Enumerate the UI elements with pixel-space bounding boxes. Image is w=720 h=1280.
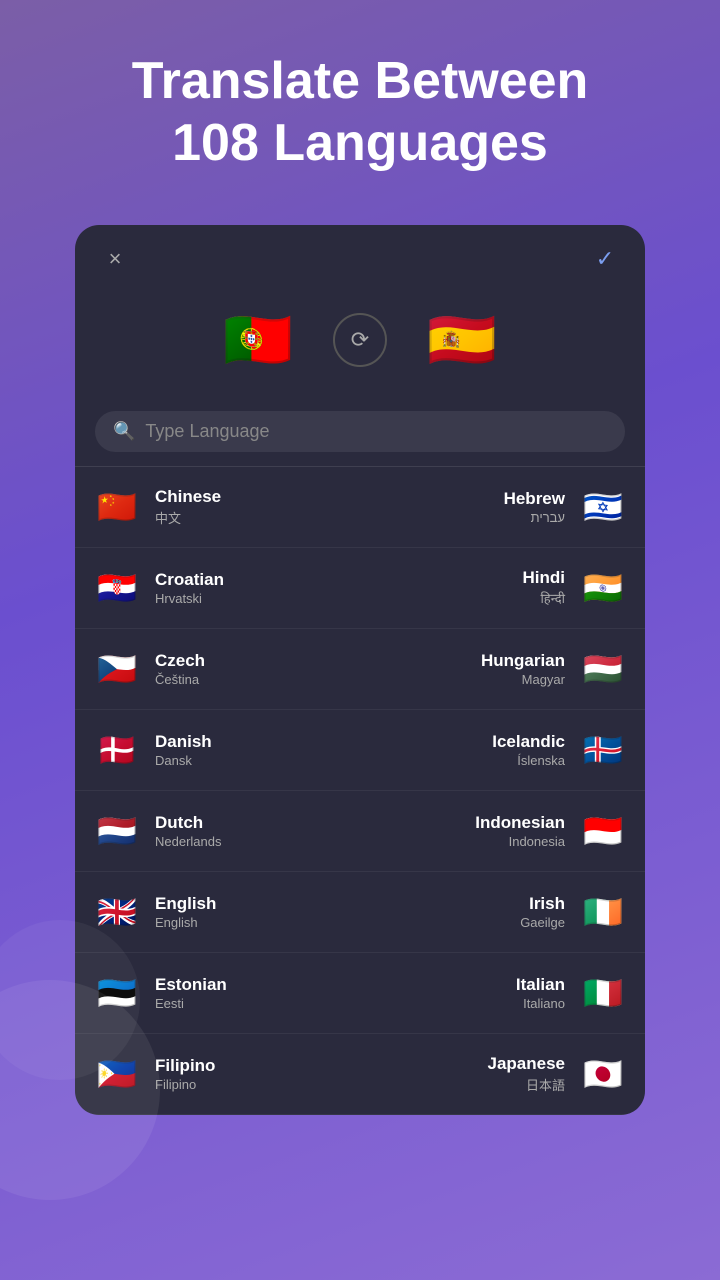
table-row: 🇪🇪 Estonian Eesti Italian Italiano 🇮🇹 — [75, 953, 645, 1034]
flag-icon: 🇮🇩 — [577, 805, 629, 857]
list-item[interactable]: Hungarian Magyar 🇭🇺 — [360, 629, 645, 710]
target-flag[interactable]: 🇪🇸 — [417, 295, 507, 385]
modal-header: × ✓ — [75, 225, 645, 285]
table-row: 🇬🇧 English English Irish Gaeilge 🇮🇪 — [75, 872, 645, 953]
flag-icon: 🇮🇸 — [577, 724, 629, 776]
flag-icon: 🇮🇳 — [577, 562, 629, 614]
search-bar: 🔍 — [95, 411, 625, 452]
source-flag[interactable]: 🇵🇹 — [213, 295, 303, 385]
page-title: Translate Between 108 Languages — [92, 50, 629, 175]
language-list: 🇨🇳 Chinese 中文 Hebrew עברית 🇮🇱 🇭🇷 Croatia… — [75, 467, 645, 1115]
flag-icon: 🇨🇳 — [91, 481, 143, 533]
list-item[interactable]: 🇨🇳 Chinese 中文 — [75, 467, 360, 548]
flag-icon: 🇮🇱 — [577, 481, 629, 533]
flag-icon: 🇯🇵 — [577, 1048, 629, 1100]
swap-button[interactable]: ⟳ — [333, 313, 387, 367]
flag-icon: 🇨🇿 — [91, 643, 143, 695]
flag-icon: 🇭🇺 — [577, 643, 629, 695]
table-row: 🇵🇭 Filipino Filipino Japanese 日本語 🇯🇵 — [75, 1034, 645, 1115]
flags-row: 🇵🇹 ⟳ 🇪🇸 — [75, 285, 645, 403]
confirm-button[interactable]: ✓ — [589, 243, 621, 275]
list-item[interactable]: Japanese 日本語 🇯🇵 — [360, 1034, 645, 1115]
flag-icon: 🇭🇷 — [91, 562, 143, 614]
list-item[interactable]: 🇳🇱 Dutch Nederlands — [75, 791, 360, 872]
list-item[interactable]: 🇬🇧 English English — [75, 872, 360, 953]
language-modal: × ✓ 🇵🇹 ⟳ 🇪🇸 🔍 🇨🇳 Chinese 中文 Hebrew עברית… — [75, 225, 645, 1115]
flag-icon: 🇩🇰 — [91, 724, 143, 776]
flag-icon: 🇮🇹 — [577, 967, 629, 1019]
table-row: 🇨🇳 Chinese 中文 Hebrew עברית 🇮🇱 — [75, 467, 645, 548]
list-item[interactable]: Hebrew עברית 🇮🇱 — [360, 467, 645, 548]
table-row: 🇳🇱 Dutch Nederlands Indonesian Indonesia… — [75, 791, 645, 872]
close-button[interactable]: × — [99, 243, 131, 275]
search-input[interactable] — [145, 421, 607, 442]
table-row: 🇩🇰 Danish Dansk Icelandic Íslenska 🇮🇸 — [75, 710, 645, 791]
flag-icon: 🇮🇪 — [577, 886, 629, 938]
table-row: 🇨🇿 Czech Čeština Hungarian Magyar 🇭🇺 — [75, 629, 645, 710]
list-item[interactable]: 🇨🇿 Czech Čeština — [75, 629, 360, 710]
table-row: 🇭🇷 Croatian Hrvatski Hindi हिन्दी 🇮🇳 — [75, 548, 645, 629]
list-item[interactable]: 🇩🇰 Danish Dansk — [75, 710, 360, 791]
search-icon: 🔍 — [113, 421, 135, 442]
flag-icon: 🇳🇱 — [91, 805, 143, 857]
list-item[interactable]: Icelandic Íslenska 🇮🇸 — [360, 710, 645, 791]
list-item[interactable]: Hindi हिन्दी 🇮🇳 — [360, 548, 645, 629]
list-item[interactable]: Italian Italiano 🇮🇹 — [360, 953, 645, 1034]
list-item[interactable]: Indonesian Indonesia 🇮🇩 — [360, 791, 645, 872]
list-item[interactable]: 🇭🇷 Croatian Hrvatski — [75, 548, 360, 629]
list-item[interactable]: Irish Gaeilge 🇮🇪 — [360, 872, 645, 953]
